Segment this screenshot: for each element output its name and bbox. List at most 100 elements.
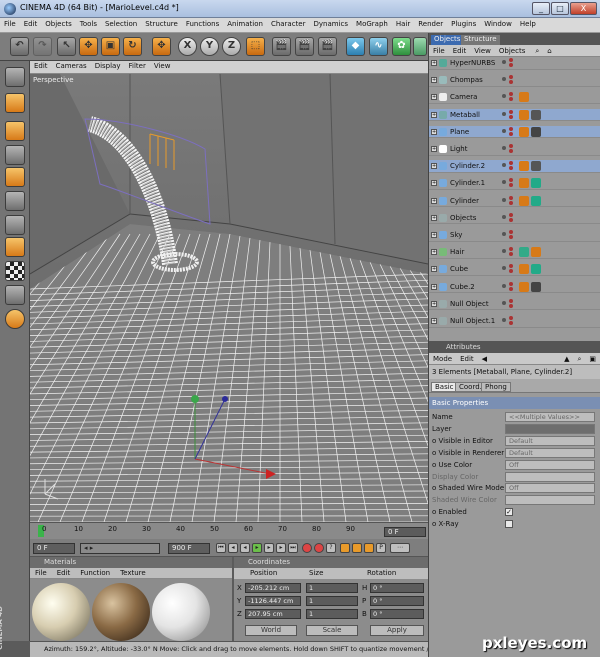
- menu-window[interactable]: Window: [480, 18, 516, 28]
- expand-icon[interactable]: +: [431, 249, 437, 256]
- size-z-field[interactable]: 1: [306, 609, 358, 619]
- go-to-start-icon[interactable]: ⏮: [216, 543, 226, 553]
- expand-icon[interactable]: +: [431, 318, 437, 324]
- x-axis-lock-icon[interactable]: X: [178, 37, 197, 56]
- size-x-field[interactable]: 1: [306, 583, 358, 593]
- cube-primitive-icon[interactable]: ◆: [346, 37, 365, 56]
- autokey-icon[interactable]: [314, 543, 324, 553]
- editor-visibility-icon[interactable]: [509, 92, 513, 97]
- move-tool-icon[interactable]: ✥: [79, 37, 98, 56]
- menu-hair[interactable]: Hair: [392, 18, 414, 28]
- search-icon[interactable]: ⌕: [573, 353, 585, 364]
- maximize-button[interactable]: □: [551, 2, 569, 15]
- object-name[interactable]: Chompas: [450, 76, 483, 84]
- home-icon[interactable]: ⌂: [543, 45, 555, 55]
- menu-render[interactable]: Render: [414, 18, 447, 28]
- start-frame-field[interactable]: 0 F: [33, 543, 75, 554]
- object-name[interactable]: Cylinder.2: [450, 162, 485, 170]
- menu-edit[interactable]: Edit: [20, 18, 42, 28]
- editor-visibility-icon[interactable]: [509, 75, 513, 80]
- layer-dot-icon[interactable]: [502, 249, 506, 254]
- redo-icon[interactable]: ↷: [33, 37, 52, 56]
- object-row[interactable]: + Cylinder.1: [429, 177, 600, 191]
- editor-visibility-icon[interactable]: [509, 281, 513, 286]
- layer-dot-icon[interactable]: [502, 232, 506, 236]
- position-x-field[interactable]: -205.212 cm: [245, 583, 301, 593]
- editor-visibility-icon[interactable]: [509, 298, 513, 303]
- position-key-icon[interactable]: [340, 543, 350, 553]
- size-y-field[interactable]: 1: [306, 596, 358, 606]
- play-icon[interactable]: ▸: [252, 543, 262, 553]
- object-row[interactable]: + Cylinder.2: [429, 160, 600, 173]
- editor-visibility-icon[interactable]: [509, 178, 513, 183]
- animation-mode-icon[interactable]: [5, 237, 25, 257]
- editor-visibility-icon[interactable]: [509, 316, 513, 320]
- nurbs-icon[interactable]: ∿: [369, 37, 388, 56]
- material-swatch-2[interactable]: [92, 583, 150, 641]
- rotate-tool-icon[interactable]: ↻: [123, 37, 142, 56]
- materials-menu-function[interactable]: Function: [75, 568, 115, 577]
- object-row[interactable]: + Sky: [429, 229, 600, 242]
- layer-dot-icon[interactable]: [502, 318, 506, 322]
- attribute-value-field[interactable]: [505, 471, 595, 482]
- object-tag-icon[interactable]: [531, 195, 541, 206]
- attribute-value-field[interactable]: Off: [505, 483, 595, 494]
- object-name[interactable]: HyperNURBS: [450, 59, 495, 67]
- object-name[interactable]: Plane: [450, 128, 469, 136]
- layer-dot-icon[interactable]: [502, 94, 506, 99]
- expand-icon[interactable]: +: [431, 266, 437, 273]
- object-row[interactable]: + Cylinder: [429, 195, 600, 208]
- editor-visibility-icon[interactable]: [509, 264, 513, 269]
- object-tag-icon[interactable]: [531, 264, 541, 275]
- object-tag-icon[interactable]: [531, 109, 541, 120]
- menu-functions[interactable]: Functions: [182, 18, 223, 28]
- layer-dot-icon[interactable]: [502, 146, 506, 150]
- object-name[interactable]: Sky: [450, 231, 462, 239]
- object-row[interactable]: + Cube: [429, 263, 600, 277]
- search-icon[interactable]: ⌕: [529, 45, 543, 56]
- editor-visibility-icon[interactable]: [509, 230, 513, 234]
- menu-objects[interactable]: Objects: [41, 18, 75, 28]
- tab-structure[interactable]: Structure: [461, 35, 500, 45]
- keyframe-selection-icon[interactable]: ?: [326, 543, 336, 553]
- object-name[interactable]: Cylinder: [450, 197, 479, 205]
- expand-icon[interactable]: +: [431, 283, 437, 290]
- rotation-key-icon[interactable]: [364, 543, 374, 553]
- expand-icon[interactable]: +: [431, 60, 437, 66]
- up-arrow-icon[interactable]: ▲: [560, 353, 573, 363]
- rotation-b-field[interactable]: 0 °: [370, 609, 424, 619]
- expand-icon[interactable]: +: [431, 128, 437, 135]
- rotation-h-field[interactable]: 0 °: [370, 583, 424, 593]
- render-visibility-icon[interactable]: [509, 321, 513, 325]
- object-row[interactable]: + Objects: [429, 212, 600, 225]
- expand-icon[interactable]: +: [431, 197, 437, 204]
- editor-visibility-icon[interactable]: [509, 195, 513, 200]
- layer-dot-icon[interactable]: [502, 111, 506, 116]
- layer-dot-icon[interactable]: [502, 266, 506, 271]
- attribute-value-field[interactable]: Off: [505, 459, 595, 470]
- expand-icon[interactable]: +: [431, 146, 437, 152]
- render-view-icon[interactable]: 🎬: [272, 37, 291, 56]
- object-tag-icon[interactable]: [519, 178, 529, 189]
- viewport-perspective[interactable]: Perspective: [30, 74, 428, 522]
- menu-selection[interactable]: Selection: [101, 18, 141, 28]
- render-picture-viewer-icon[interactable]: 🎬: [295, 37, 314, 56]
- menu-structure[interactable]: Structure: [141, 18, 182, 28]
- menu-dynamics[interactable]: Dynamics: [310, 18, 353, 28]
- timeline-options-icon[interactable]: ⋯: [390, 543, 410, 553]
- render-visibility-icon[interactable]: [509, 269, 513, 274]
- render-visibility-icon[interactable]: [509, 217, 513, 222]
- attributes-menu-mode[interactable]: Mode: [429, 353, 456, 363]
- object-row[interactable]: + Camera: [429, 91, 600, 105]
- layer-dot-icon[interactable]: [502, 128, 506, 133]
- menu-file[interactable]: File: [0, 18, 20, 28]
- materials-menu-file[interactable]: File: [30, 568, 52, 577]
- layer-dot-icon[interactable]: [502, 60, 506, 64]
- next-key-icon[interactable]: ▸: [276, 543, 286, 553]
- viewport-menu-view[interactable]: View: [150, 61, 175, 70]
- object-row[interactable]: + Null Object: [429, 298, 600, 311]
- record-icon[interactable]: [302, 543, 312, 553]
- object-name[interactable]: Light: [450, 145, 467, 153]
- previous-key-icon[interactable]: ◂: [228, 543, 238, 553]
- render-visibility-icon[interactable]: [509, 200, 513, 205]
